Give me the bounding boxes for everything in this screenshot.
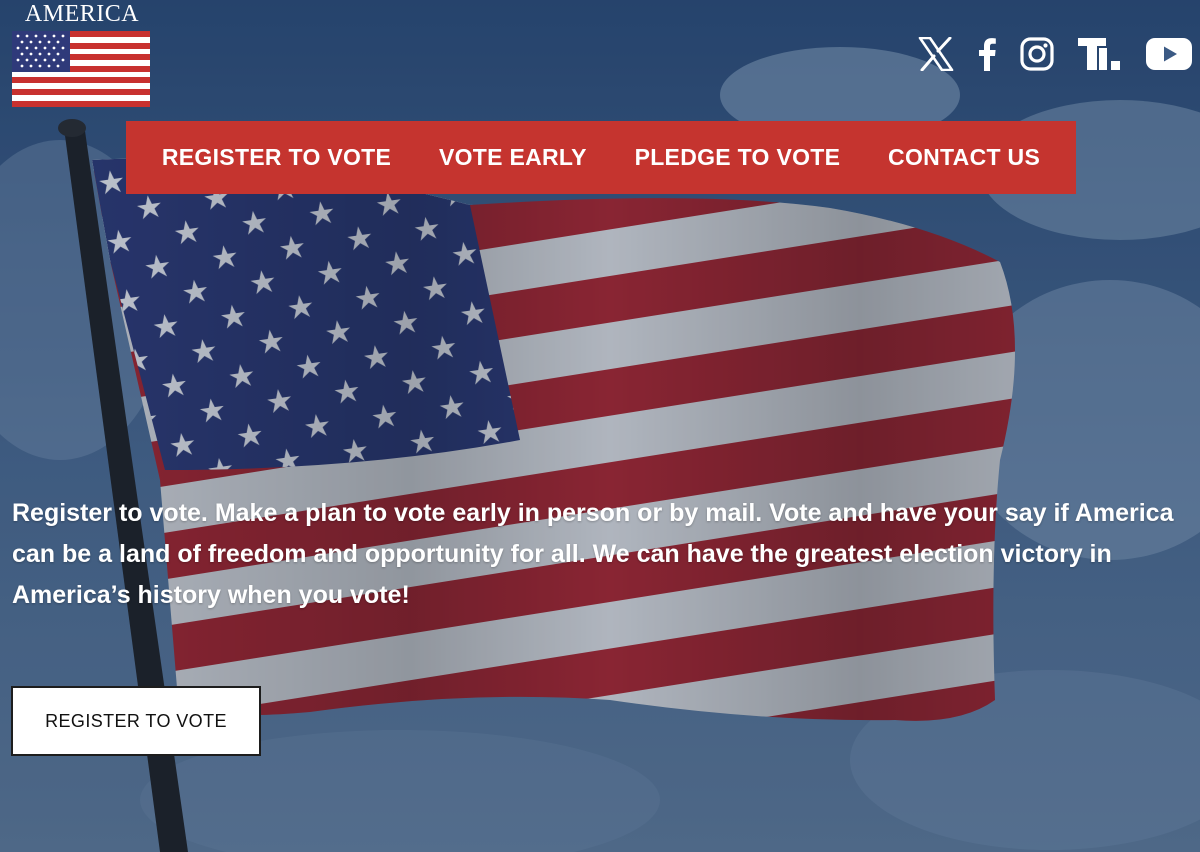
logo-text: AMERICA bbox=[24, 1, 140, 27]
truth-social-icon[interactable] bbox=[1078, 34, 1122, 74]
register-to-vote-button[interactable]: REGISTER TO VOTE bbox=[11, 686, 261, 756]
nav-pledge-to-vote[interactable]: PLEDGE TO VOTE bbox=[635, 144, 841, 171]
site-logo[interactable]: AMERICA bbox=[12, 2, 152, 107]
logo-flag-icon bbox=[12, 31, 150, 107]
main-nav: REGISTER TO VOTE VOTE EARLY PLEDGE TO VO… bbox=[126, 121, 1076, 194]
x-icon[interactable] bbox=[918, 34, 954, 74]
youtube-icon[interactable] bbox=[1146, 34, 1192, 74]
nav-contact-us[interactable]: CONTACT US bbox=[888, 144, 1040, 171]
hero-message: Register to vote. Make a plan to vote ea… bbox=[12, 499, 1174, 609]
nav-vote-early[interactable]: VOTE EARLY bbox=[439, 144, 587, 171]
nav-register-to-vote[interactable]: REGISTER TO VOTE bbox=[162, 144, 391, 171]
facebook-icon[interactable] bbox=[978, 34, 996, 74]
social-links bbox=[894, 34, 1192, 74]
instagram-icon[interactable] bbox=[1020, 34, 1054, 74]
